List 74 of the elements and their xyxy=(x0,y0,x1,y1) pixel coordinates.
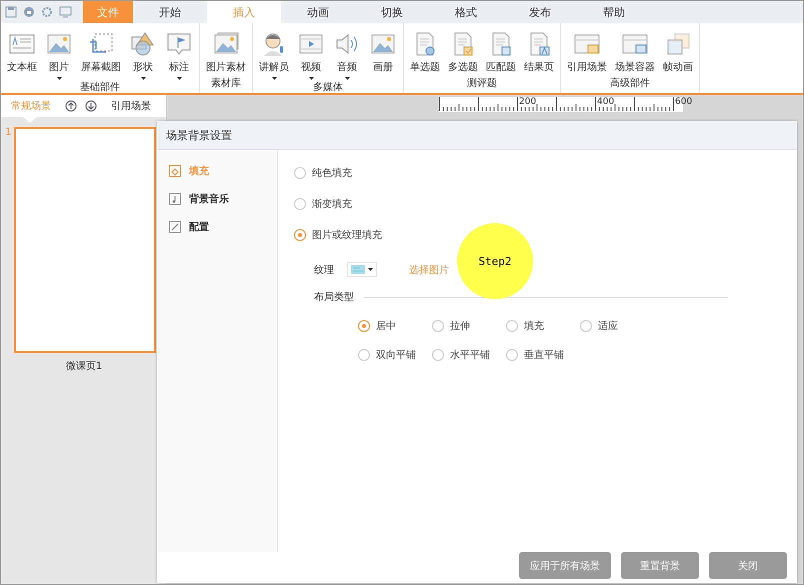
texture-swatch-icon xyxy=(351,265,365,274)
menu-tab[interactable]: 帮助 xyxy=(577,1,651,23)
ribbon-button[interactable]: 讲解员 xyxy=(255,23,293,80)
shapes-icon xyxy=(129,30,157,58)
radio-button[interactable] xyxy=(580,320,592,332)
ruler-label: 400 xyxy=(597,97,614,107)
ribbon-button[interactable]: 视频 xyxy=(293,23,329,80)
move-up-icon[interactable] xyxy=(65,100,77,112)
step-marker: Step2 xyxy=(457,223,533,299)
radio-button[interactable] xyxy=(432,320,444,332)
menu-tab[interactable]: 切换 xyxy=(355,1,429,23)
settings-icon[interactable] xyxy=(41,6,54,18)
ribbon-button[interactable]: 音频 xyxy=(329,23,365,80)
radio-label: 纯色填充 xyxy=(312,166,352,180)
ruler-label: 600 xyxy=(675,97,692,107)
radio-button[interactable] xyxy=(294,198,306,210)
settings-nav-item[interactable]: 背景音乐 xyxy=(157,192,277,206)
radio-label: 填充 xyxy=(524,320,544,333)
radio-label: 拉伸 xyxy=(450,320,470,333)
settings-nav-item[interactable]: 配置 xyxy=(157,220,277,234)
group-label: 素材库 xyxy=(211,76,241,91)
radio-button[interactable] xyxy=(432,349,444,361)
texture-label: 纹理 xyxy=(314,264,335,276)
radio-label: 双向平铺 xyxy=(376,349,416,362)
menu-tab[interactable]: 发布 xyxy=(503,1,577,23)
ribbon-button[interactable]: 图片素材 xyxy=(202,23,250,76)
dialog-title: 场景背景设置 xyxy=(157,121,797,150)
radio-button[interactable] xyxy=(358,320,370,332)
ribbon-button[interactable]: 多选题 xyxy=(444,23,482,76)
menu-tab[interactable]: 开始 xyxy=(133,1,207,23)
monitor-icon[interactable] xyxy=(59,6,72,18)
ribbon-button[interactable]: 画册 xyxy=(365,23,401,80)
ribbon-button[interactable]: 帧动画 xyxy=(659,23,697,76)
menu-tab[interactable]: 格式 xyxy=(429,1,503,23)
radio-button[interactable] xyxy=(506,349,518,361)
slide-thumbnail[interactable] xyxy=(14,127,156,353)
radio-label: 渐变填充 xyxy=(312,198,352,211)
radio-label: 居中 xyxy=(376,320,396,333)
music-note-icon xyxy=(169,193,181,205)
group-label: 测评题 xyxy=(467,76,497,91)
radio-label: 垂直平铺 xyxy=(524,348,564,362)
radio-label: 适应 xyxy=(598,320,618,333)
menu-tab[interactable]: 动画 xyxy=(281,1,355,23)
slide-caption: 微课页1 xyxy=(64,360,104,373)
ribbon-button[interactable]: 引用场景 xyxy=(563,23,611,76)
ruler-label: 200 xyxy=(519,97,536,107)
radio-label: 图片或纹理填充 xyxy=(312,228,382,242)
ribbon-button[interactable]: 形状 xyxy=(125,23,161,80)
ribbon-button[interactable]: 场景容器 xyxy=(611,23,659,76)
ribbon-button[interactable]: 结果页 xyxy=(520,23,558,76)
texture-dropdown[interactable] xyxy=(347,262,377,277)
pencil-box-icon xyxy=(169,221,181,233)
move-down-icon[interactable] xyxy=(85,100,97,112)
ribbon-button[interactable]: 屏幕截图 xyxy=(77,23,125,80)
ribbon-button[interactable]: 单选题 xyxy=(406,23,444,76)
ribbon-button[interactable]: 文本框 xyxy=(3,23,41,80)
group-label: 高级部件 xyxy=(610,76,650,91)
scene-tab[interactable]: 引用场景 xyxy=(105,99,157,113)
ribbon-button[interactable]: 图片 xyxy=(41,23,77,80)
radio-label: 水平平铺 xyxy=(450,348,490,362)
radio-button[interactable] xyxy=(358,349,370,361)
dropdown-caret-icon xyxy=(368,268,373,271)
group-label: 多媒体 xyxy=(313,81,343,95)
save-icon[interactable] xyxy=(5,6,17,18)
ribbon-button[interactable]: 标注 xyxy=(161,23,197,80)
radio-button[interactable] xyxy=(506,320,518,332)
radio-button[interactable] xyxy=(294,167,306,179)
section-label: 布局类型 xyxy=(314,290,354,304)
fill-icon xyxy=(169,165,181,177)
page-number: 1 xyxy=(5,127,12,140)
ribbon-button[interactable]: 匹配题 xyxy=(482,23,520,76)
cloud-icon[interactable] xyxy=(22,6,36,18)
group-label: 基础部件 xyxy=(80,80,120,95)
radio-button[interactable] xyxy=(294,229,306,241)
